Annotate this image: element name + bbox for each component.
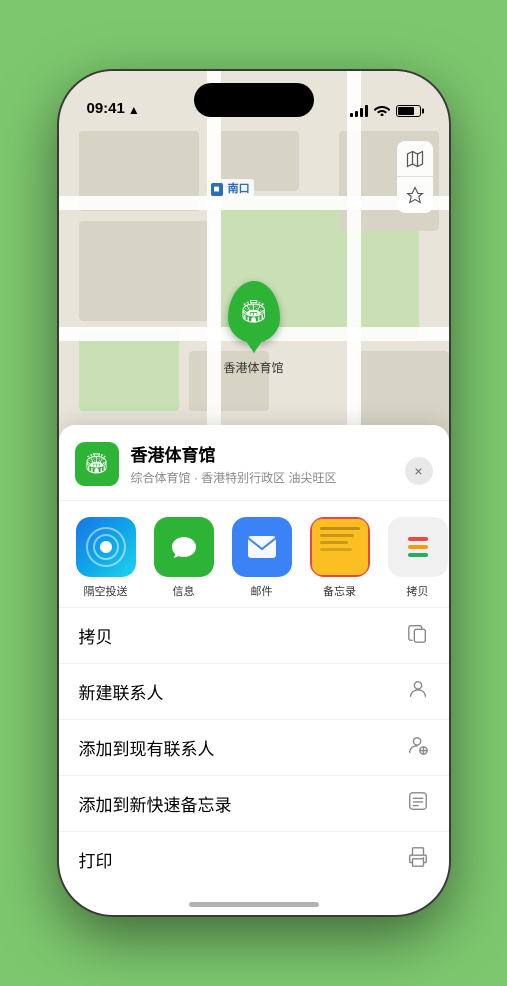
marker-label: 香港体育馆	[223, 359, 283, 376]
action-add-existing[interactable]: 添加到现有联系人	[59, 720, 449, 776]
wifi-icon	[374, 103, 390, 119]
location-arrow-icon: ▲	[128, 103, 140, 117]
map-controls	[397, 141, 433, 213]
copy-icon	[407, 622, 429, 649]
action-copy[interactable]: 拷贝	[59, 608, 449, 664]
venue-logo: 🏟	[75, 442, 119, 486]
venue-subtitle: 综合体育馆 · 香港特别行政区 油尖旺区	[131, 469, 433, 486]
airdrop-icon	[76, 517, 136, 577]
share-messages[interactable]: 信息	[149, 517, 219, 599]
action-new-contact[interactable]: 新建联系人	[59, 664, 449, 720]
venue-name: 香港体育馆	[131, 441, 433, 466]
notes-label: 备忘录	[323, 583, 356, 599]
stadium-icon: 🏟	[240, 299, 268, 325]
share-airdrop[interactable]: 隔空投送	[71, 517, 141, 599]
map-type-button[interactable]	[397, 141, 433, 177]
status-icons	[350, 103, 421, 119]
venue-info: 香港体育馆 综合体育馆 · 香港特别行政区 油尖旺区	[131, 441, 433, 486]
dynamic-island	[194, 83, 314, 117]
venue-header: 🏟 香港体育馆 综合体育馆 · 香港特别行政区 油尖旺区 ×	[59, 441, 449, 501]
share-more[interactable]: 拷贝	[383, 517, 449, 599]
home-indicator	[189, 902, 319, 907]
more-icon	[388, 517, 448, 577]
phone-screen: 09:41 ▲	[59, 71, 449, 915]
bottom-sheet: 🏟 香港体育馆 综合体育馆 · 香港特别行政区 油尖旺区 ×	[59, 425, 449, 915]
new-contact-icon	[407, 678, 429, 705]
share-notes[interactable]: 备忘录	[305, 517, 375, 599]
action-copy-label: 拷贝	[79, 623, 113, 648]
share-mail[interactable]: 邮件	[227, 517, 297, 599]
action-new-contact-label: 新建联系人	[79, 679, 164, 704]
mail-icon	[232, 517, 292, 577]
battery-icon	[396, 105, 421, 117]
more-label: 拷贝	[407, 583, 429, 599]
map-label: ■ 南口	[207, 179, 254, 197]
location-button[interactable]	[397, 177, 433, 213]
action-add-note-label: 添加到新快速备忘录	[79, 791, 232, 816]
mail-label: 邮件	[251, 583, 273, 599]
messages-label: 信息	[173, 583, 195, 599]
airdrop-label: 隔空投送	[84, 583, 128, 599]
action-print[interactable]: 打印	[59, 832, 449, 887]
print-icon	[407, 846, 429, 873]
action-list: 拷贝 新建联系人	[59, 608, 449, 887]
venue-marker[interactable]: 🏟 香港体育馆	[223, 281, 283, 376]
phone-frame: 09:41 ▲	[59, 71, 449, 915]
share-row: 隔空投送 信息	[59, 501, 449, 608]
quick-note-icon	[407, 790, 429, 817]
status-time: 09:41	[87, 100, 125, 119]
close-button[interactable]: ×	[405, 457, 433, 485]
action-add-note[interactable]: 添加到新快速备忘录	[59, 776, 449, 832]
signal-icon	[350, 105, 368, 117]
add-contact-icon	[407, 734, 429, 761]
action-print-label: 打印	[79, 847, 113, 872]
marker-pin: 🏟	[227, 281, 279, 343]
action-add-existing-label: 添加到现有联系人	[79, 735, 215, 760]
messages-icon	[154, 517, 214, 577]
notes-icon	[310, 517, 370, 577]
